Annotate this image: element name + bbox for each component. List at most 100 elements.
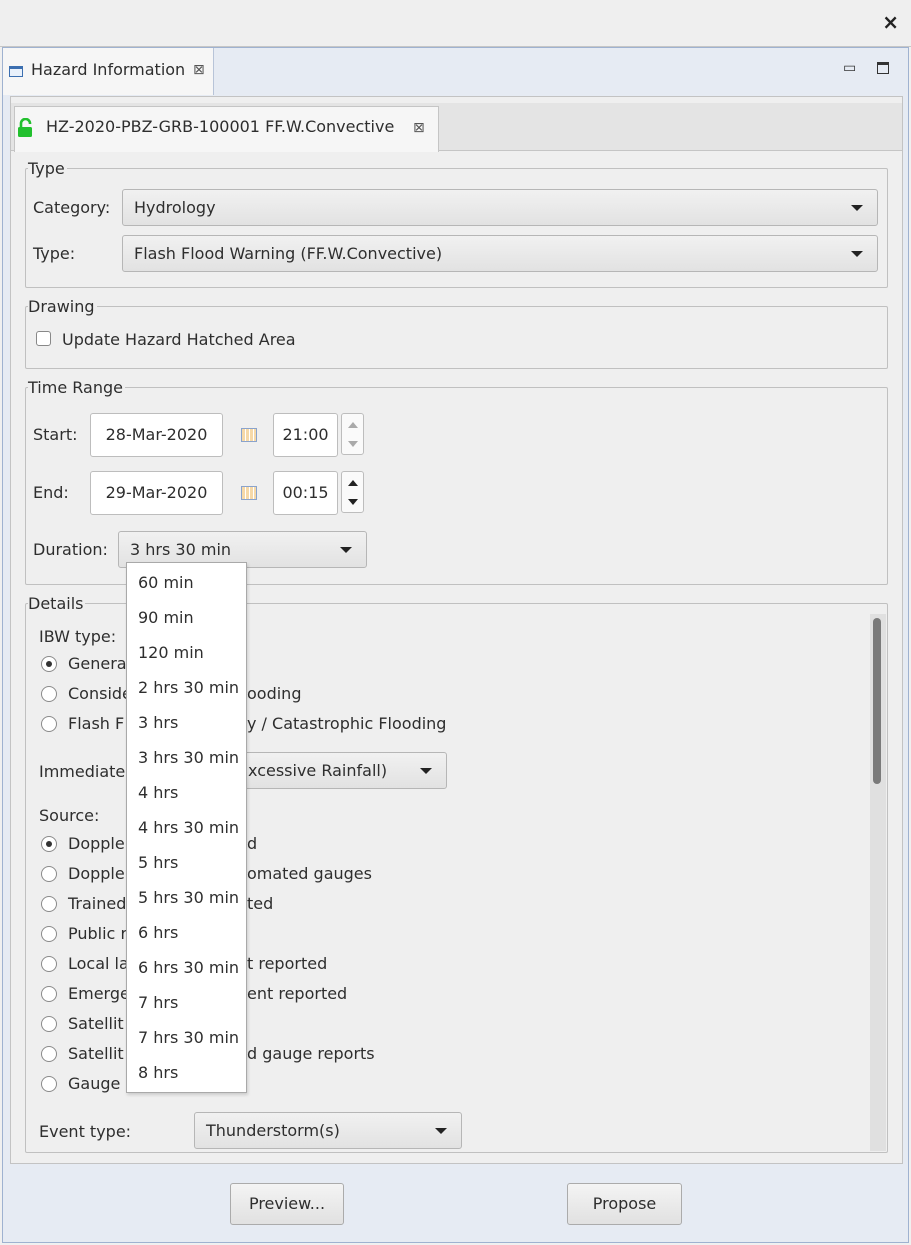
spin-down-icon[interactable]	[348, 441, 358, 447]
source-option-label-tail: omated gauges	[247, 864, 372, 883]
end-date-field[interactable]: 29-Mar-2020	[90, 471, 223, 515]
source-radio[interactable]	[41, 986, 57, 1002]
dialog-title-bar	[0, 0, 911, 47]
type-select[interactable]: Flash Flood Warning (FF.W.Convective)	[122, 235, 878, 272]
category-value: Hydrology	[134, 198, 216, 217]
close-icon[interactable]: ×	[882, 10, 899, 34]
ibw-radio[interactable]	[41, 656, 57, 672]
calendar-icon[interactable]	[241, 428, 257, 442]
update-hatched-label: Update Hazard Hatched Area	[62, 330, 296, 349]
category-label: Category:	[33, 198, 111, 217]
ibw-option-label: Conside	[68, 684, 132, 703]
details-title: Details	[28, 594, 86, 613]
dropdown-option[interactable]: 120 min	[138, 643, 204, 662]
chevron-down-icon	[435, 1128, 447, 1134]
source-radio[interactable]	[41, 896, 57, 912]
unlocked-lock-icon	[18, 118, 32, 137]
minimize-icon[interactable]: ▭	[843, 60, 856, 76]
chevron-down-icon	[340, 547, 352, 553]
spin-up-icon[interactable]	[348, 422, 358, 428]
window-icon	[9, 66, 23, 77]
type-label: Type:	[33, 244, 76, 263]
chevron-down-icon	[851, 205, 863, 211]
source-label: Source:	[39, 806, 100, 825]
ibw-option-label: Flash F	[68, 714, 125, 733]
dropdown-option[interactable]: 2 hrs 30 min	[138, 678, 239, 697]
preview-button[interactable]: Preview...	[230, 1183, 344, 1225]
start-date-field[interactable]: 28-Mar-2020	[90, 413, 223, 457]
dropdown-option[interactable]: 3 hrs 30 min	[138, 748, 239, 767]
event-type-value: Thunderstorm(s)	[206, 1121, 340, 1140]
dropdown-option[interactable]: 5 hrs	[138, 853, 178, 872]
type-value: Flash Flood Warning (FF.W.Convective)	[134, 244, 443, 263]
source-option-label: Dopple	[68, 834, 125, 853]
source-option-label: Emerge	[68, 984, 130, 1003]
source-radio[interactable]	[41, 836, 57, 852]
chevron-down-icon	[420, 768, 432, 774]
start-label: Start:	[33, 425, 78, 444]
event-type-label: Event type:	[39, 1122, 132, 1141]
event-tab-label: HZ-2020-PBZ-GRB-100001 FF.W.Convective	[46, 117, 395, 136]
duration-label: Duration:	[33, 540, 108, 559]
source-radio[interactable]	[41, 866, 57, 882]
source-option-label-tail: ted	[247, 894, 274, 913]
source-option-label: Satellit	[68, 1044, 124, 1063]
source-radio[interactable]	[41, 1076, 57, 1092]
ibw-option-label: Genera	[68, 654, 127, 673]
end-time-spinner[interactable]	[341, 471, 364, 513]
dropdown-option[interactable]: 6 hrs 30 min	[138, 958, 239, 977]
duration-dropdown-list: 60 min 90 min 120 min 2 hrs 30 min 3 hrs…	[126, 562, 247, 1093]
source-option-label-tail: d gauge reports	[247, 1044, 375, 1063]
ibw-radio[interactable]	[41, 686, 57, 702]
tab-close-icon[interactable]: ⊠	[193, 62, 205, 78]
immediate-cause-label: Immediate	[39, 762, 126, 781]
time-range-title: Time Range	[28, 378, 125, 397]
dropdown-option[interactable]: 8 hrs	[138, 1063, 178, 1082]
ibw-radio[interactable]	[41, 716, 57, 732]
source-option-label-tail: t reported	[247, 954, 328, 973]
source-option-label: Dopple	[68, 864, 125, 883]
event-type-select[interactable]: Thunderstorm(s)	[194, 1112, 462, 1149]
source-option-label: Public r	[68, 924, 128, 943]
source-radio[interactable]	[41, 1016, 57, 1032]
dropdown-option[interactable]: 7 hrs 30 min	[138, 1028, 239, 1047]
source-radio[interactable]	[41, 1046, 57, 1062]
end-time-field[interactable]: 00:15	[273, 471, 338, 515]
immediate-cause-value: xcessive Rainfall)	[248, 761, 388, 780]
spin-up-icon[interactable]	[348, 480, 358, 486]
source-option-label-tail: ent reported	[247, 984, 348, 1003]
ibw-option-label-tail: y / Catastrophic Flooding	[247, 714, 447, 733]
dropdown-option[interactable]: 4 hrs 30 min	[138, 818, 239, 837]
category-select[interactable]: Hydrology	[122, 189, 878, 226]
source-radio[interactable]	[41, 956, 57, 972]
dropdown-option[interactable]: 90 min	[138, 608, 194, 627]
spin-down-icon[interactable]	[348, 499, 358, 505]
dropdown-option[interactable]: 4 hrs	[138, 783, 178, 802]
dropdown-option[interactable]: 6 hrs	[138, 923, 178, 942]
dropdown-option[interactable]: 3 hrs	[138, 713, 178, 732]
scrollbar-thumb[interactable]	[873, 618, 881, 784]
source-option-label: Trained	[68, 894, 127, 913]
source-option-label: Satellit	[68, 1014, 124, 1033]
maximize-icon[interactable]	[877, 62, 889, 74]
ibw-option-label-tail: ooding	[247, 684, 302, 703]
start-time-spinner[interactable]	[341, 413, 364, 455]
end-label: End:	[33, 483, 69, 502]
drawing-group-title: Drawing	[28, 297, 97, 316]
update-hatched-checkbox[interactable]	[36, 331, 51, 346]
source-option-label: Local la	[68, 954, 129, 973]
start-time-field[interactable]: 21:00	[273, 413, 338, 457]
tab-close-icon[interactable]: ⊠	[413, 120, 425, 136]
dropdown-option[interactable]: 5 hrs 30 min	[138, 888, 239, 907]
type-group-title: Type	[28, 159, 67, 178]
dropdown-option[interactable]: 60 min	[138, 573, 194, 592]
source-radio[interactable]	[41, 926, 57, 942]
ibw-type-label: IBW type:	[39, 627, 117, 646]
duration-value: 3 hrs 30 min	[130, 540, 232, 559]
source-option-label: Gauge r	[68, 1074, 133, 1093]
propose-button[interactable]: Propose	[567, 1183, 682, 1225]
calendar-icon[interactable]	[241, 486, 257, 500]
view-tab-label: Hazard Information	[31, 60, 186, 79]
dropdown-option[interactable]: 7 hrs	[138, 993, 178, 1012]
chevron-down-icon	[851, 251, 863, 257]
